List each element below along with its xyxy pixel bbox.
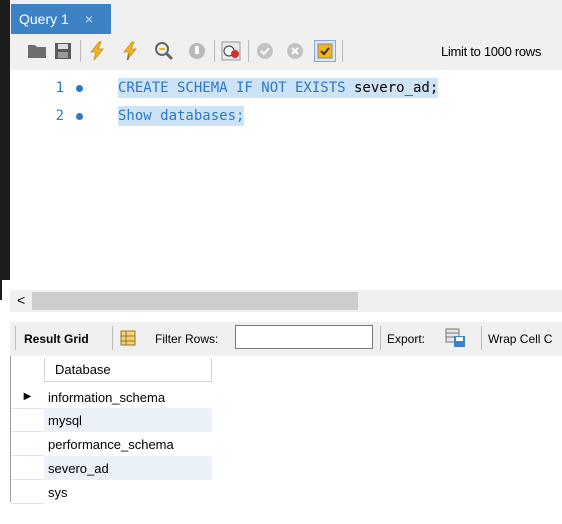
scroll-left-icon[interactable]: < <box>17 292 25 308</box>
scrollbar-thumb[interactable] <box>32 292 358 310</box>
svg-text:I: I <box>127 53 129 61</box>
toolbar-separator <box>481 326 482 350</box>
filter-rows-label: Filter Rows: <box>155 332 219 346</box>
current-row-arrow-icon: ▶ <box>23 391 32 402</box>
explain-icon[interactable] <box>153 40 175 62</box>
table-row[interactable]: performance_schema <box>44 432 212 456</box>
toggle-error-icon[interactable] <box>220 40 242 62</box>
code-text[interactable]: Show databases; <box>118 106 245 126</box>
editor-line[interactable]: 1 CREATE SCHEMA IF NOT EXISTS severo_ad; <box>10 74 562 102</box>
table-row[interactable]: mysql <box>44 408 212 432</box>
autocommit-icon[interactable] <box>314 40 336 62</box>
commit-icon[interactable] <box>254 40 276 62</box>
limit-rows-select[interactable]: Limit to 1000 rows <box>441 44 541 59</box>
open-folder-icon[interactable] <box>26 40 48 62</box>
wrap-cell-content-toggle[interactable]: Wrap Cell C <box>488 332 552 346</box>
tab-label: Query 1 <box>19 11 69 27</box>
execute-current-icon[interactable]: I <box>119 40 141 62</box>
toolbar-separator <box>248 40 249 62</box>
toolbar-separator <box>342 40 343 62</box>
sql-keywords: Show databases; <box>118 108 245 124</box>
line-number: 2 <box>55 108 64 124</box>
toolbar-separator <box>214 40 215 62</box>
row-header[interactable] <box>11 408 44 432</box>
close-icon[interactable]: × <box>85 11 93 27</box>
row-header[interactable] <box>11 432 44 456</box>
table-row[interactable]: sys <box>44 480 212 504</box>
code-text[interactable]: CREATE SCHEMA IF NOT EXISTS severo_ad; <box>118 78 439 98</box>
export-icon[interactable] <box>444 326 468 350</box>
row-header[interactable]: ▶ <box>11 385 44 409</box>
statement-marker-icon <box>76 85 83 92</box>
tab-query-1[interactable]: Query 1 × <box>11 4 111 34</box>
save-icon[interactable] <box>52 40 74 62</box>
row-header[interactable] <box>11 480 44 504</box>
left-edge-panel <box>0 0 10 280</box>
toolbar-separator <box>15 326 16 350</box>
filter-rows-input[interactable] <box>235 325 373 349</box>
column-header-database[interactable]: Database <box>44 358 212 382</box>
left-edge-panel-bottom <box>0 280 2 300</box>
editor-line[interactable]: 2 Show databases; <box>10 102 562 130</box>
toolbar-separator <box>80 40 81 62</box>
sql-identifier: severo_ad; <box>345 80 439 96</box>
grid-layout-icon[interactable] <box>118 328 138 348</box>
result-grid-button[interactable]: Result Grid <box>24 332 89 346</box>
toolbar-separator <box>112 326 113 350</box>
toolbar-separator <box>380 326 381 350</box>
rollback-icon[interactable] <box>284 40 306 62</box>
execute-icon[interactable] <box>86 40 108 62</box>
table-row[interactable]: information_schema <box>44 385 212 409</box>
row-header[interactable] <box>11 456 44 480</box>
export-label: Export: <box>387 332 426 346</box>
table-row[interactable]: severo_ad <box>44 456 212 480</box>
statement-marker-icon <box>76 113 83 120</box>
line-number: 1 <box>55 80 64 96</box>
sql-keywords: CREATE SCHEMA IF NOT EXISTS <box>118 80 346 96</box>
stop-icon[interactable] <box>186 40 208 62</box>
